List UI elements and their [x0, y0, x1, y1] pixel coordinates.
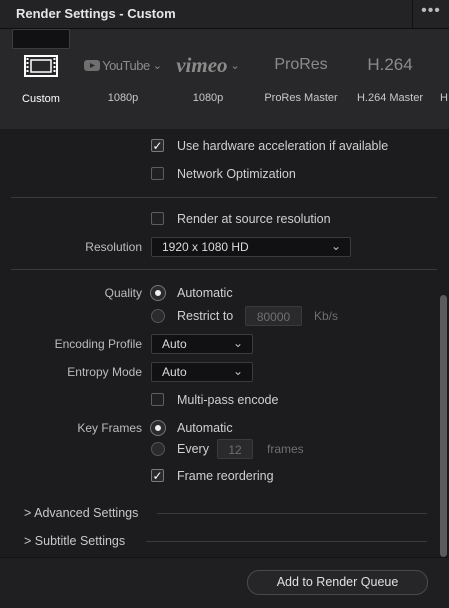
entropy-mode-row: Entropy Mode Auto ⌄ [0, 362, 449, 382]
settings-panel: ✓ Use hardware acceleration if available… [0, 130, 449, 562]
key-frames-input[interactable]: 12 [217, 439, 253, 459]
preset-label: H.264 Master [356, 92, 424, 104]
hw-accel-checkbox[interactable]: ✓ [151, 139, 164, 152]
resolution-select[interactable]: 1920 x 1080 HD ⌄ [151, 237, 351, 257]
entropy-mode-label: Entropy Mode [67, 365, 142, 379]
preset-label: ProRes Master [264, 92, 338, 104]
footer: Add to Render Queue [0, 557, 449, 608]
bitrate-unit: Kb/s [314, 309, 339, 323]
film-strip-icon [13, 54, 69, 78]
hw-accel-label: Use hardware acceleration if available [177, 139, 389, 153]
preset-label: 1080p [107, 92, 139, 104]
key-frames-every-radio[interactable] [151, 442, 165, 456]
resolution-label: Resolution [85, 240, 142, 254]
quality-row: Quality Automatic [0, 283, 449, 303]
preset-strip: Custom YouTube ⌄ 1080p vimeo ⌄ 1080p ProRe… [0, 29, 449, 129]
frame-reordering-row: ✓ Frame reordering [0, 466, 449, 486]
quality-automatic-label: Automatic [177, 286, 233, 300]
chevron-right-icon: > [24, 534, 32, 548]
resolution-row: Resolution 1920 x 1080 HD ⌄ [0, 237, 449, 257]
divider [11, 269, 437, 270]
chevron-down-icon: ⌄ [232, 364, 243, 378]
prores-logo: ProRes [274, 56, 328, 73]
bitrate-input[interactable]: 80000 [245, 306, 302, 326]
divider [11, 197, 437, 198]
youtube-logo: YouTube ⌄ [84, 53, 162, 77]
preset-custom[interactable]: Custom [12, 29, 70, 105]
frame-reordering-label: Frame reordering [177, 469, 274, 483]
encoding-profile-label: Encoding Profile [54, 337, 142, 351]
chevron-down-icon: ⌄ [330, 239, 341, 253]
chevron-down-icon: ⌄ [152, 59, 162, 72]
key-frames-label: Key Frames [77, 421, 142, 435]
key-frames-automatic-label: Automatic [177, 421, 233, 435]
key-frames-row: Key Frames Automatic [0, 418, 449, 438]
key-frames-unit: frames [267, 442, 304, 456]
window-title: Render Settings - Custom [16, 6, 176, 21]
preset-h264[interactable]: H.264 H.264 Master [352, 29, 428, 129]
source-res-label: Render at source resolution [177, 212, 331, 226]
chevron-right-icon: > [24, 506, 32, 520]
preset-label: Custom [22, 93, 60, 105]
vimeo-logo: vimeo ⌄ [176, 52, 240, 77]
hw-accel-row: ✓ Use hardware acceleration if available [0, 136, 449, 156]
more-options-icon[interactable]: ••• [412, 0, 449, 28]
preset-label: 1080p [192, 92, 224, 104]
subtitle-settings-toggle[interactable]: > Subtitle Settings [24, 534, 125, 548]
preset-prores[interactable]: ProRes ProRes Master [260, 29, 342, 129]
encoding-profile-row: Encoding Profile Auto ⌄ [0, 334, 449, 354]
network-opt-checkbox[interactable] [151, 167, 164, 180]
chevron-down-icon: ⌄ [232, 336, 243, 350]
multipass-row: Multi-pass encode [0, 390, 449, 410]
divider [146, 541, 427, 542]
preset-partial[interactable]: H [440, 29, 449, 129]
multipass-label: Multi-pass encode [177, 393, 279, 407]
chevron-down-icon: ⌄ [230, 59, 240, 72]
key-frames-every-label: Every [177, 442, 209, 456]
network-opt-label: Network Optimization [177, 167, 296, 181]
source-res-checkbox[interactable] [151, 212, 164, 225]
preset-label: H [440, 92, 448, 104]
source-res-row: Render at source resolution [0, 209, 449, 229]
h264-logo: H.264 [367, 55, 413, 74]
preset-youtube[interactable]: YouTube ⌄ 1080p [84, 29, 162, 129]
quality-restrict-radio[interactable] [151, 309, 165, 323]
key-frames-automatic-radio[interactable] [151, 421, 165, 435]
quality-restrict-label: Restrict to [177, 309, 234, 323]
entropy-mode-select[interactable]: Auto ⌄ [151, 362, 253, 382]
encoding-profile-select[interactable]: Auto ⌄ [151, 334, 253, 354]
vertical-scrollbar[interactable] [440, 295, 447, 557]
advanced-settings-toggle[interactable]: > Advanced Settings [24, 506, 138, 520]
add-to-render-queue-button[interactable]: Add to Render Queue [247, 570, 428, 595]
frame-reordering-checkbox[interactable]: ✓ [151, 469, 164, 482]
network-opt-row: Network Optimization [0, 164, 449, 184]
multipass-checkbox[interactable] [151, 393, 164, 406]
preset-vimeo[interactable]: vimeo ⌄ 1080p [172, 29, 244, 129]
divider [157, 513, 427, 514]
quality-label: Quality [104, 286, 142, 300]
quality-automatic-radio[interactable] [151, 286, 165, 300]
quality-restrict-row: Restrict to 80000 Kb/s [0, 306, 449, 326]
title-bar: Render Settings - Custom ••• [0, 0, 449, 29]
key-frames-every-row: Every 12 frames [0, 439, 449, 459]
